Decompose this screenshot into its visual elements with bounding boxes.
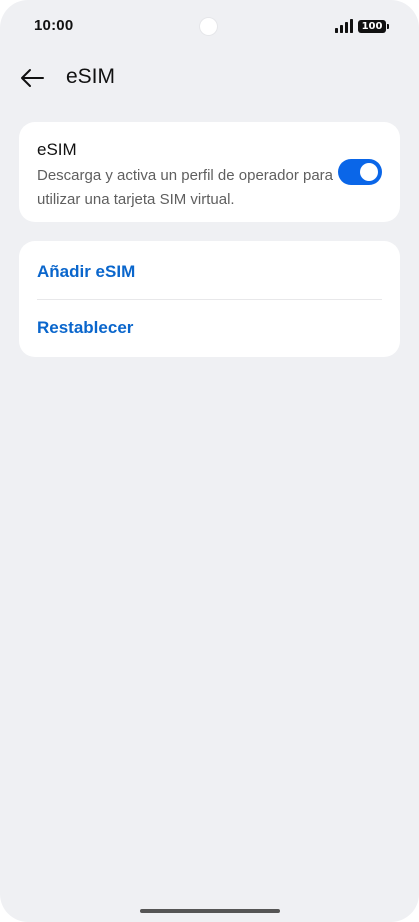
battery-level: 100: [358, 20, 386, 33]
esim-description: Descarga y activa un perfil de operador …: [37, 167, 334, 208]
battery-icon: 100: [358, 19, 389, 34]
back-button[interactable]: [14, 60, 50, 96]
esim-card: eSIM Descarga y activa un perfil de oper…: [19, 122, 400, 222]
page-title: eSIM: [66, 65, 116, 88]
home-indicator[interactable]: [140, 909, 280, 913]
signal-icon: [335, 19, 353, 33]
esim-actions-card: Añadir eSIM Restablecer: [19, 241, 400, 357]
status-time: 10:00: [34, 17, 74, 34]
camera-cutout: [200, 18, 217, 35]
arrow-left-icon: [21, 69, 44, 87]
toggle-knob: [360, 163, 378, 181]
esim-title: eSIM: [37, 140, 77, 159]
app-header: eSIM: [0, 60, 419, 96]
divider: [37, 299, 382, 300]
esim-toggle[interactable]: [338, 159, 382, 185]
status-bar: 10:00 100: [0, 0, 419, 52]
phone-screen: 10:00 100 eSIM eSIM Descarga y activa un…: [0, 0, 419, 922]
reset-button[interactable]: Restablecer: [37, 318, 133, 338]
battery-cap: [387, 24, 389, 29]
add-esim-button[interactable]: Añadir eSIM: [37, 262, 135, 282]
